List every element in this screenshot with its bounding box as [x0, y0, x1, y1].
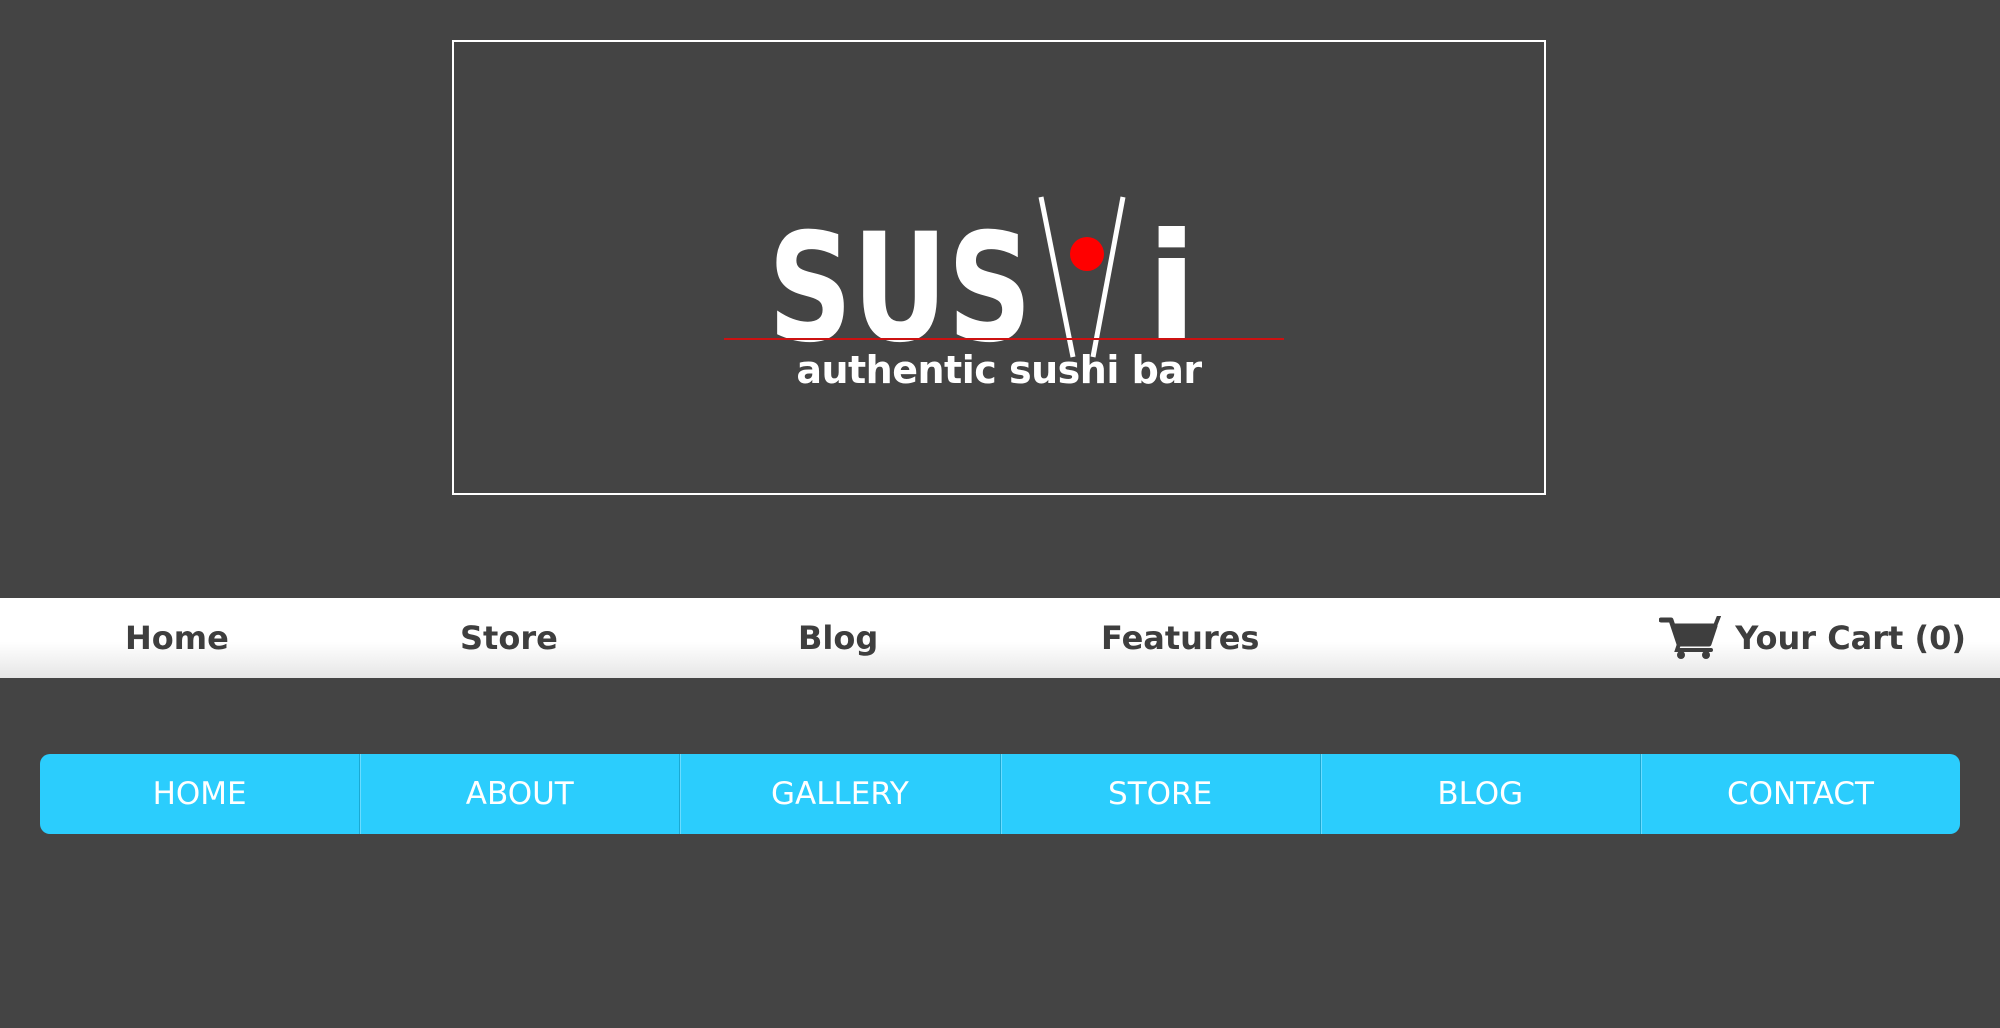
menu-item-contact[interactable]: CONTACT	[1639, 754, 1960, 834]
red-dot-icon	[1070, 237, 1104, 271]
menu-item-about[interactable]: ABOUT	[359, 754, 679, 834]
top-nav-features[interactable]: Features	[1101, 598, 1259, 678]
top-nav-blog[interactable]: Blog	[798, 598, 878, 678]
main-menu: HOME ABOUT GALLERY STORE BLOG CONTACT	[40, 754, 1960, 834]
menu-item-blog[interactable]: BLOG	[1319, 754, 1640, 834]
top-nav-store[interactable]: Store	[460, 598, 558, 678]
chopstick-left-icon	[1038, 196, 1076, 358]
menu-item-home[interactable]: HOME	[40, 754, 359, 834]
top-nav: Home Store Blog Features Your Cart (0)	[0, 598, 2000, 678]
logo-box[interactable]: SUS i authentic sushi bar	[452, 40, 1546, 495]
shopping-cart-icon	[1659, 616, 1722, 659]
menu-item-store[interactable]: STORE	[999, 754, 1320, 834]
menu-item-gallery[interactable]: GALLERY	[679, 754, 999, 834]
logo-tagline: authentic sushi bar	[796, 348, 1202, 392]
cart-link[interactable]: Your Cart (0)	[1659, 598, 1966, 678]
logo-underline	[724, 338, 1284, 340]
chopstick-right-icon	[1090, 196, 1126, 358]
page: SUS i authentic sushi bar Home Store Blo…	[0, 0, 2000, 1028]
top-nav-home[interactable]: Home	[125, 598, 229, 678]
cart-label: Your Cart (0)	[1735, 619, 1966, 657]
